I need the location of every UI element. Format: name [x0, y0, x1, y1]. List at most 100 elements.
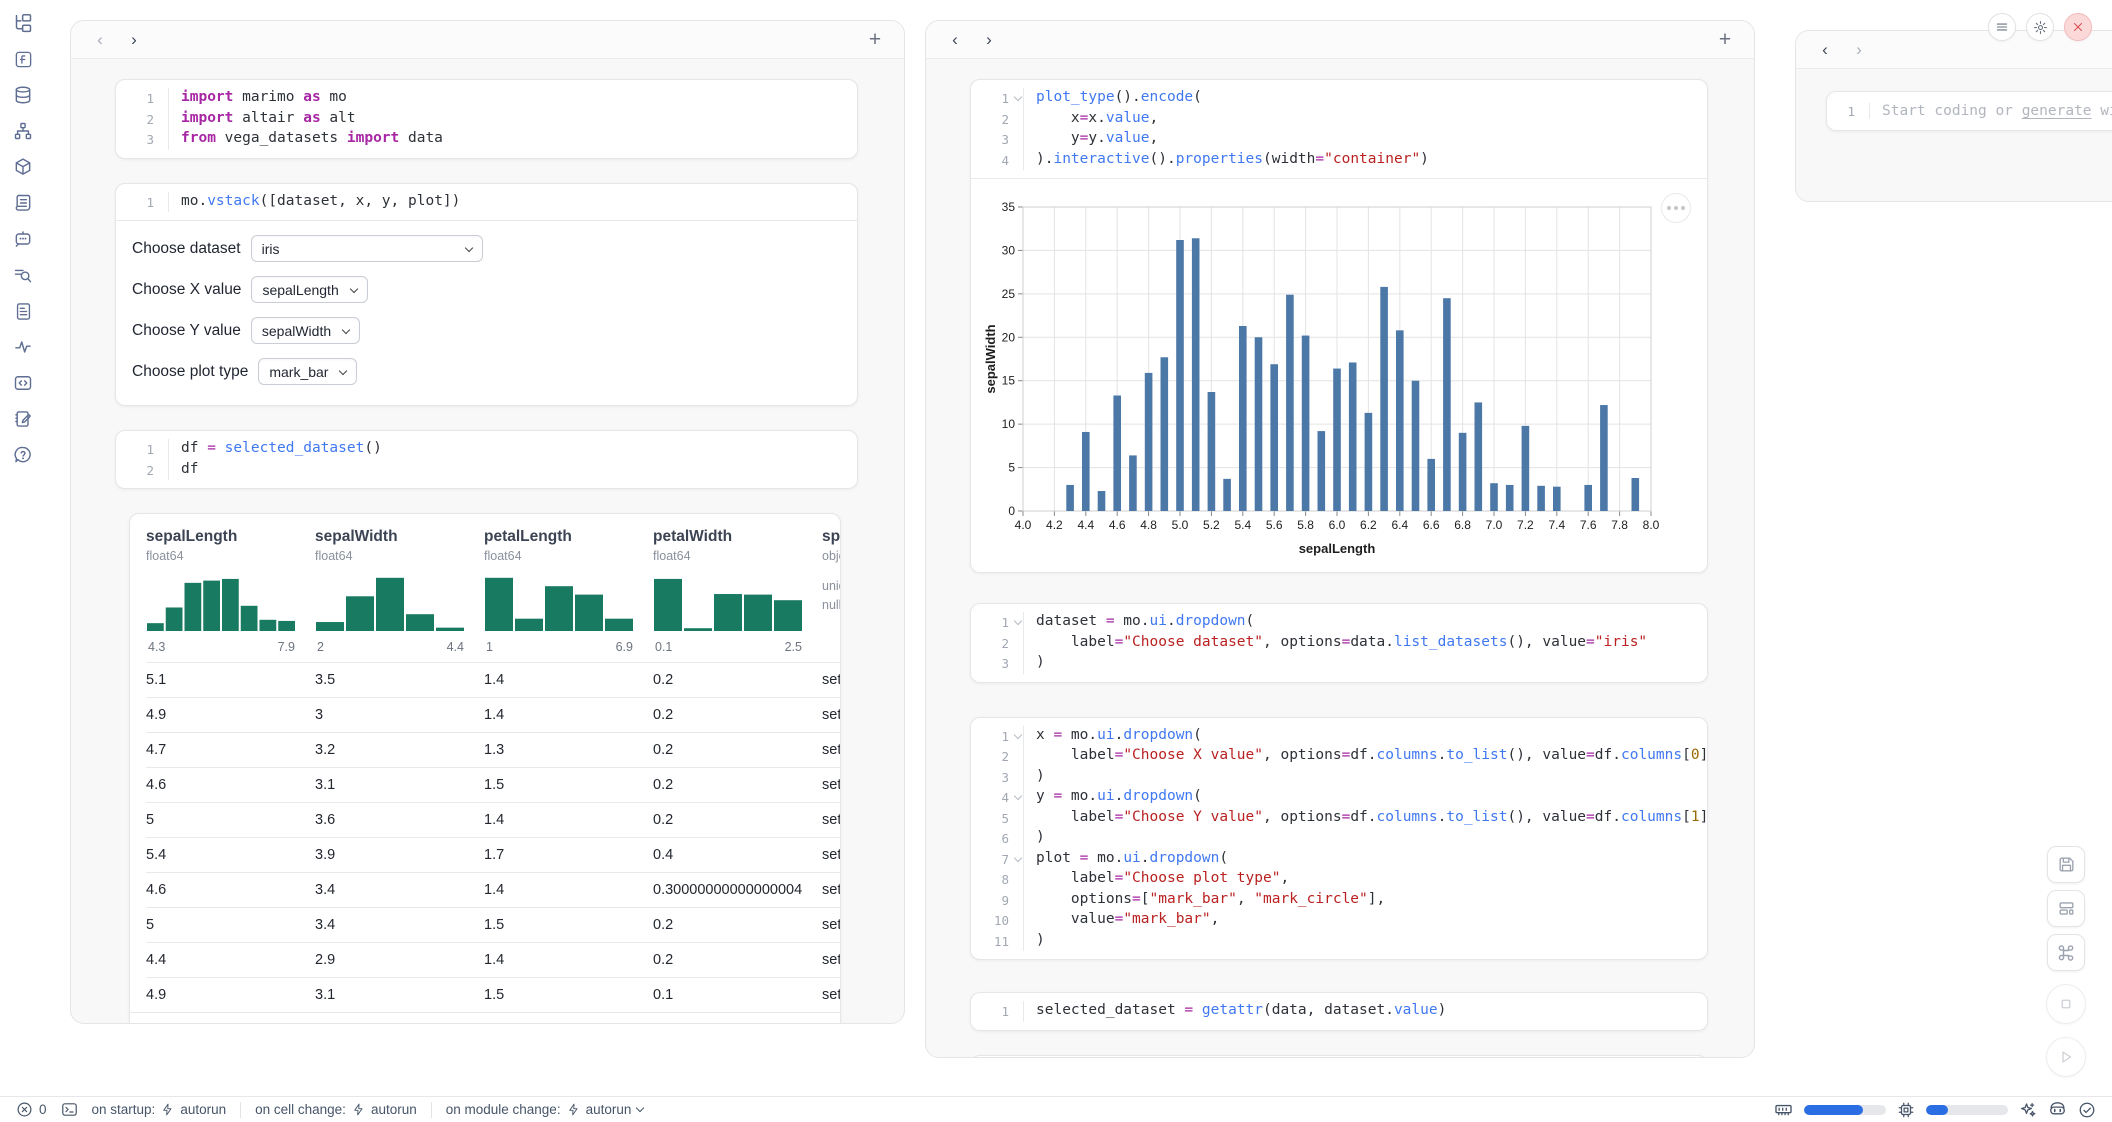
- code-line: 2df: [126, 460, 845, 481]
- keyboard-shortcuts-button[interactable]: [2047, 934, 2085, 971]
- table-row[interactable]: 4.73.21.30.2setosa: [146, 732, 840, 767]
- terminal-icon: [61, 1101, 78, 1118]
- svg-text:5.6: 5.6: [1266, 518, 1283, 532]
- code-editor-dataset[interactable]: 1dataset = mo.ui.dropdown(2 label="Choos…: [971, 604, 1707, 682]
- logs-icon[interactable]: [8, 192, 38, 214]
- cpu-icon: [1897, 1101, 1915, 1119]
- cell-vstack: 1mo.vstack([dataset, x, y, plot]) Choose…: [115, 183, 858, 407]
- page-select[interactable]: 1: [597, 1023, 637, 1024]
- table-row[interactable]: 4.42.91.40.2setosa: [146, 942, 840, 977]
- column2-move-left-button[interactable]: ‹: [940, 27, 970, 53]
- table-row[interactable]: 5.13.51.40.2setosa: [146, 662, 840, 697]
- dataframe-table: sepalLengthfloat644.37.9sepalWidthfloat6…: [129, 513, 841, 1024]
- status-item-on-startup-[interactable]: on startup:autorun: [92, 1102, 227, 1117]
- chart-options-button[interactable]: [1661, 193, 1691, 223]
- code-editor-vstack[interactable]: 1mo.vstack([dataset, x, y, plot]): [116, 184, 857, 221]
- code-editor-plot[interactable]: 1plot_type().encode(2 x=x.value,3 y=y.va…: [971, 80, 1707, 178]
- svg-text:6.4: 6.4: [1391, 518, 1408, 532]
- table-row[interactable]: 4.93.11.50.1setosa: [146, 977, 840, 1012]
- fold-chevron-icon[interactable]: [1014, 853, 1022, 861]
- table-row[interactable]: 53.61.40.2setosa: [146, 802, 840, 837]
- code-editor-xyplot[interactable]: 1x = mo.ui.dropdown(2 label="Choose X va…: [971, 718, 1707, 960]
- column1-move-left-button[interactable]: ‹: [85, 27, 115, 53]
- column3-move-right-button[interactable]: ›: [1844, 37, 1874, 63]
- dropdown-0[interactable]: iris: [251, 235, 483, 262]
- table-column-header[interactable]: sepalLengthfloat644.37.9: [146, 528, 315, 662]
- packages-icon[interactable]: [8, 156, 38, 178]
- terminal-button[interactable]: [61, 1099, 78, 1121]
- generate-with-ai-link[interactable]: generate: [2022, 103, 2092, 119]
- altair-chart-output[interactable]: 4.04.24.44.64.85.05.25.45.65.86.06.26.46…: [971, 179, 1707, 572]
- status-item-on-module-change-[interactable]: on module change:autorun: [446, 1102, 644, 1117]
- connection-status-button[interactable]: [2078, 1099, 2096, 1121]
- documentation-icon[interactable]: [8, 300, 38, 322]
- column2-add-cell-button[interactable]: +: [1710, 27, 1740, 53]
- table-row[interactable]: 4.931.40.2setosa: [146, 697, 840, 732]
- run-button[interactable]: [2046, 1037, 2086, 1077]
- table-footer: 150 rows, 5 columns « ‹ Page 1 of 15 › »…: [130, 1012, 840, 1024]
- dropdown-2[interactable]: sepalWidth: [251, 317, 360, 344]
- layout-button[interactable]: [2047, 890, 2085, 927]
- next-page-button[interactable]: ›: [680, 1023, 706, 1025]
- help-icon[interactable]: [8, 444, 38, 466]
- settings-button[interactable]: [2026, 13, 2054, 41]
- fold-chevron-icon[interactable]: [1014, 792, 1022, 800]
- table-row[interactable]: 53.41.50.2setosa: [146, 907, 840, 942]
- code-editor-imports[interactable]: 1import marimo as mo2import altair as al…: [116, 80, 857, 158]
- code-line: 1import marimo as mo: [126, 88, 845, 109]
- helper-functions-icon[interactable]: [8, 48, 38, 70]
- prev-page-button[interactable]: ‹: [526, 1023, 552, 1025]
- table-row[interactable]: 4.63.41.40.30000000000000004setosa: [146, 872, 840, 907]
- first-page-button[interactable]: «: [493, 1023, 519, 1025]
- code-line: 3): [981, 653, 1695, 674]
- table-column-header[interactable]: sepalWidthfloat6424.4: [315, 528, 484, 662]
- code-line: 9 options=["mark_bar", "mark_circle"],: [981, 890, 1695, 911]
- cell-imports: 1import marimo as mo2import altair as al…: [115, 79, 858, 159]
- floating-actions: [2046, 846, 2086, 1077]
- column1-move-right-button[interactable]: ›: [119, 27, 149, 53]
- column2-move-right-button[interactable]: ›: [974, 27, 1004, 53]
- fold-chevron-icon[interactable]: [1014, 617, 1022, 625]
- column1-add-cell-button[interactable]: +: [860, 27, 890, 53]
- dropdown-3[interactable]: mark_bar: [258, 358, 357, 385]
- status-item-on-cell-change-[interactable]: on cell change:autorun: [255, 1102, 417, 1117]
- shutdown-button[interactable]: [2064, 13, 2092, 41]
- last-page-button[interactable]: »: [713, 1023, 739, 1025]
- scratchpad-icon[interactable]: [8, 408, 38, 430]
- fold-chevron-icon[interactable]: [1014, 730, 1022, 738]
- svg-text:5.4: 5.4: [1234, 518, 1251, 532]
- circle-x-icon: [16, 1101, 33, 1118]
- code-editor-df[interactable]: 1df = selected_dataset()2df: [116, 431, 857, 488]
- dropdown-label: Choose dataset: [132, 240, 241, 258]
- stop-button[interactable]: [2046, 984, 2086, 1024]
- table-row[interactable]: 4.63.11.50.2setosa: [146, 767, 840, 802]
- snippets-icon[interactable]: [8, 372, 38, 394]
- tracing-icon[interactable]: [8, 336, 38, 358]
- copilot-icon: [2048, 1100, 2067, 1119]
- new-cell-editor[interactable]: 1 Start coding or generate with AI: [1826, 91, 2112, 131]
- ai-chat-icon[interactable]: [8, 228, 38, 250]
- save-icon: [2057, 855, 2076, 874]
- ai-assist-button[interactable]: [2019, 1099, 2037, 1121]
- table-column-header[interactable]: speciesobjectunique:nulls:: [822, 528, 840, 662]
- find-replace-icon[interactable]: [8, 264, 38, 286]
- bar-chart[interactable]: 4.04.24.44.64.85.05.25.45.65.86.06.26.46…: [983, 189, 1683, 561]
- save-button[interactable]: [2047, 846, 2085, 883]
- datasources-icon[interactable]: [8, 84, 38, 106]
- dependency-graph-icon[interactable]: [8, 120, 38, 142]
- code-line: 6): [981, 828, 1695, 849]
- code-editor-selected[interactable]: 1selected_dataset = getattr(data, datase…: [971, 993, 1707, 1030]
- code-editor-plottype[interactable]: 1plot_type = getattr(alt.Chart(df), plot…: [971, 1056, 1707, 1059]
- dropdown-1[interactable]: sepalLength: [251, 276, 367, 303]
- file-explorer-icon[interactable]: [8, 12, 38, 34]
- table-column-header[interactable]: petalWidthfloat640.12.5: [653, 528, 822, 662]
- menu-button[interactable]: [1988, 13, 2016, 41]
- table-column-header[interactable]: petalLengthfloat6416.9: [484, 528, 653, 662]
- column3-move-left-button[interactable]: ‹: [1810, 37, 1840, 63]
- cell-plot: 1plot_type().encode(2 x=x.value,3 y=y.va…: [970, 79, 1708, 573]
- error-count-badge[interactable]: 0: [16, 1101, 47, 1118]
- fold-chevron-icon[interactable]: [1014, 93, 1022, 101]
- svg-text:5.2: 5.2: [1203, 518, 1220, 532]
- table-row[interactable]: 5.43.91.70.4setosa: [146, 837, 840, 872]
- copilot-button[interactable]: [2048, 1099, 2067, 1121]
